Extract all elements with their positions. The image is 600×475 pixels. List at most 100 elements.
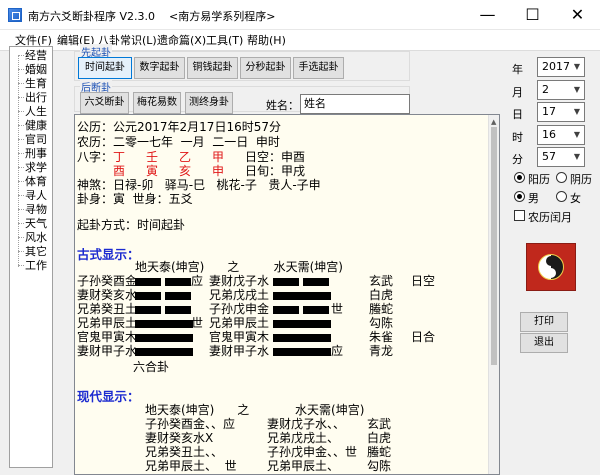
chevron-down-icon: ▼ bbox=[573, 152, 580, 161]
ancient-heading: 古式显示： bbox=[77, 247, 140, 262]
male-label: 男 bbox=[528, 192, 539, 205]
scroll-up-arrow-icon[interactable]: ▲ bbox=[491, 118, 496, 126]
taiji-logo bbox=[526, 243, 576, 291]
hour-label: 时 bbox=[512, 131, 523, 144]
tree-item-xunren[interactable]: 寻人 bbox=[25, 189, 47, 202]
bazi-branch-hour: 申 bbox=[212, 164, 225, 178]
year-label: 年 bbox=[512, 63, 523, 76]
tree-item-shengyu[interactable]: 生育 bbox=[25, 77, 47, 90]
tree-item-hunyin[interactable]: 婚姻 bbox=[25, 63, 47, 76]
day-xun: 日旬：甲戌 bbox=[245, 164, 306, 178]
leap-month-checkbox[interactable] bbox=[514, 210, 525, 221]
bazi-label: 八字： bbox=[77, 150, 114, 164]
coin-divination-button[interactable]: 铜钱起卦 bbox=[187, 57, 238, 79]
maximize-button[interactable]: ☐ bbox=[510, 0, 555, 30]
close-button[interactable]: ✕ bbox=[555, 0, 600, 30]
name-label: 姓名： bbox=[266, 99, 299, 112]
month-label: 月 bbox=[512, 86, 523, 99]
ancient-header: 地天泰(坤宫) 之 水天需(坤宫) bbox=[135, 260, 343, 274]
tree-item-jingying[interactable]: 经营 bbox=[25, 49, 47, 62]
modern-header: 地天泰(坤宫) 之 水天需(坤宫) bbox=[145, 403, 365, 417]
solar-date-line: 公历：公元2017年2月17日16时57分 bbox=[77, 120, 281, 134]
meihua-yishu-button[interactable]: 梅花易数 bbox=[133, 92, 181, 114]
vertical-scrollbar[interactable]: ▲ bbox=[488, 115, 499, 474]
ancient-row: 妻财癸亥水 兄弟戊戌土 白虎 bbox=[77, 288, 394, 302]
title-bar: 南方六爻断卦程序 V2.3.0 <南方易学系列程序> — ☐ ✕ bbox=[0, 0, 600, 30]
ancient-row: 兄弟甲辰土 世 兄弟甲辰土 勾陈 bbox=[77, 316, 394, 330]
guashen-line: 卦身：寅 世身：五爻 bbox=[77, 192, 193, 206]
lifetime-divination-button[interactable]: 测终身卦 bbox=[185, 92, 233, 114]
category-tree[interactable]: 经营 婚姻 生育 出行 人生 健康 官司 刑事 求学 体育 寻人 寻物 天气 风… bbox=[9, 46, 53, 468]
lunar-label: 阴历 bbox=[570, 173, 592, 186]
bazi-stem-hour: 甲 bbox=[212, 150, 225, 164]
shensha-line: 神煞：日禄-卯 驿马-巳 桃花-子 贵人-子申 bbox=[77, 178, 321, 192]
bazi-stem-month: 壬 bbox=[146, 150, 159, 164]
tree-item-fengshui[interactable]: 风水 bbox=[25, 231, 47, 244]
ancient-row: 子孙癸酉金 应 妻财戊子水 玄武 日空 bbox=[77, 274, 436, 288]
leap-month-label: 农历闰月 bbox=[528, 211, 572, 224]
chevron-down-icon: ▼ bbox=[573, 130, 580, 139]
menu-yiming[interactable]: 遗命篇(X) bbox=[157, 32, 206, 48]
minute-select[interactable]: 57 ▼ bbox=[537, 147, 585, 167]
hour-select[interactable]: 16 ▼ bbox=[537, 125, 585, 145]
female-label: 女 bbox=[570, 192, 581, 205]
ancient-row: 官鬼甲寅木 官鬼甲寅木 朱雀 日合 bbox=[77, 330, 436, 344]
exit-button[interactable]: 退出 bbox=[520, 333, 568, 353]
manual-divination-button[interactable]: 手选起卦 bbox=[293, 57, 344, 79]
tree-item-tianqi[interactable]: 天气 bbox=[25, 217, 47, 230]
day-label: 日 bbox=[512, 108, 523, 121]
tree-guide bbox=[18, 55, 19, 267]
tree-item-guansi[interactable]: 官司 bbox=[25, 133, 47, 146]
chevron-down-icon: ▼ bbox=[573, 62, 580, 71]
tree-item-rensheng[interactable]: 人生 bbox=[25, 105, 47, 118]
tree-item-qiuxue[interactable]: 求学 bbox=[25, 161, 47, 174]
male-radio[interactable] bbox=[514, 191, 525, 202]
day-select[interactable]: 17 ▼ bbox=[537, 102, 585, 122]
minimize-button[interactable]: — bbox=[465, 0, 510, 30]
lunar-radio[interactable] bbox=[556, 172, 567, 183]
modern-row: 妻财癸亥水X 兄弟戊戌土、 白虎 bbox=[145, 431, 392, 445]
menu-tools[interactable]: 工具(T) bbox=[206, 32, 243, 48]
month-select[interactable]: 2 ▼ bbox=[537, 80, 585, 100]
ancient-row: 妻财甲子水 妻财甲子水 应 青龙 bbox=[77, 344, 394, 358]
scroll-thumb[interactable] bbox=[491, 127, 497, 365]
lunar-date-line: 农历：二零一七年 一月 二一日 申时 bbox=[77, 135, 280, 149]
print-button[interactable]: 打印 bbox=[520, 312, 568, 332]
day-kong: 日空：申酉 bbox=[245, 150, 306, 164]
liuhe-label: 六合卦 bbox=[133, 360, 170, 374]
number-divination-button[interactable]: 数字起卦 bbox=[134, 57, 185, 79]
tree-item-xingshi[interactable]: 刑事 bbox=[25, 147, 47, 160]
modern-row: 兄弟甲辰土、 世 兄弟甲辰土、 勾陈 bbox=[145, 459, 392, 473]
liuyao-interpret-button[interactable]: 六爻断卦 bbox=[80, 92, 129, 114]
modern-row: 子孙癸酉金、、应 妻财戊子水、、 玄武 bbox=[145, 417, 392, 431]
solar-radio[interactable] bbox=[514, 172, 525, 183]
tree-item-qita[interactable]: 其它 bbox=[25, 245, 47, 258]
modern-row: 兄弟癸丑土、、 子孙戊申金、、世 螣蛇 bbox=[145, 445, 392, 459]
tree-item-jiankang[interactable]: 健康 bbox=[25, 119, 47, 132]
bazi-stem-day: 乙 bbox=[179, 150, 192, 164]
time-divination-button[interactable]: 时间起卦 bbox=[78, 57, 132, 79]
method-line: 起卦方式：时间起卦 bbox=[77, 218, 186, 232]
window-title: 南方六爻断卦程序 V2.3.0 <南方易学系列程序> bbox=[28, 10, 276, 23]
bazi-branch-day: 亥 bbox=[179, 164, 192, 178]
tree-item-xunwu[interactable]: 寻物 bbox=[25, 203, 47, 216]
bazi-stem-year: 丁 bbox=[113, 150, 126, 164]
result-text-area[interactable]: 公历：公元2017年2月17日16时57分 农历：二零一七年 一月 二一日 申时… bbox=[74, 114, 500, 475]
solar-label: 阳历 bbox=[528, 173, 550, 186]
chevron-down-icon: ▼ bbox=[573, 85, 580, 94]
tree-item-gongzuo[interactable]: 工作 bbox=[25, 259, 47, 272]
app-icon bbox=[8, 8, 22, 22]
modern-heading: 现代显示： bbox=[77, 389, 140, 404]
tree-item-chuxing[interactable]: 出行 bbox=[25, 91, 47, 104]
bazi-branch-month: 寅 bbox=[146, 164, 159, 178]
ancient-row: 兄弟癸丑土 子孙戊申金 世 螣蛇 bbox=[77, 302, 394, 316]
menu-help[interactable]: 帮助(H) bbox=[247, 32, 286, 48]
bazi-branch-year: 酉 bbox=[113, 164, 126, 178]
tree-item-tiyu[interactable]: 体育 bbox=[25, 175, 47, 188]
second-divination-button[interactable]: 分秒起卦 bbox=[240, 57, 291, 79]
name-input[interactable]: 姓名 bbox=[300, 94, 410, 114]
year-select[interactable]: 2017 ▼ bbox=[537, 57, 585, 77]
minute-label: 分 bbox=[512, 153, 523, 166]
yin-yang-icon bbox=[538, 254, 564, 280]
female-radio[interactable] bbox=[556, 191, 567, 202]
